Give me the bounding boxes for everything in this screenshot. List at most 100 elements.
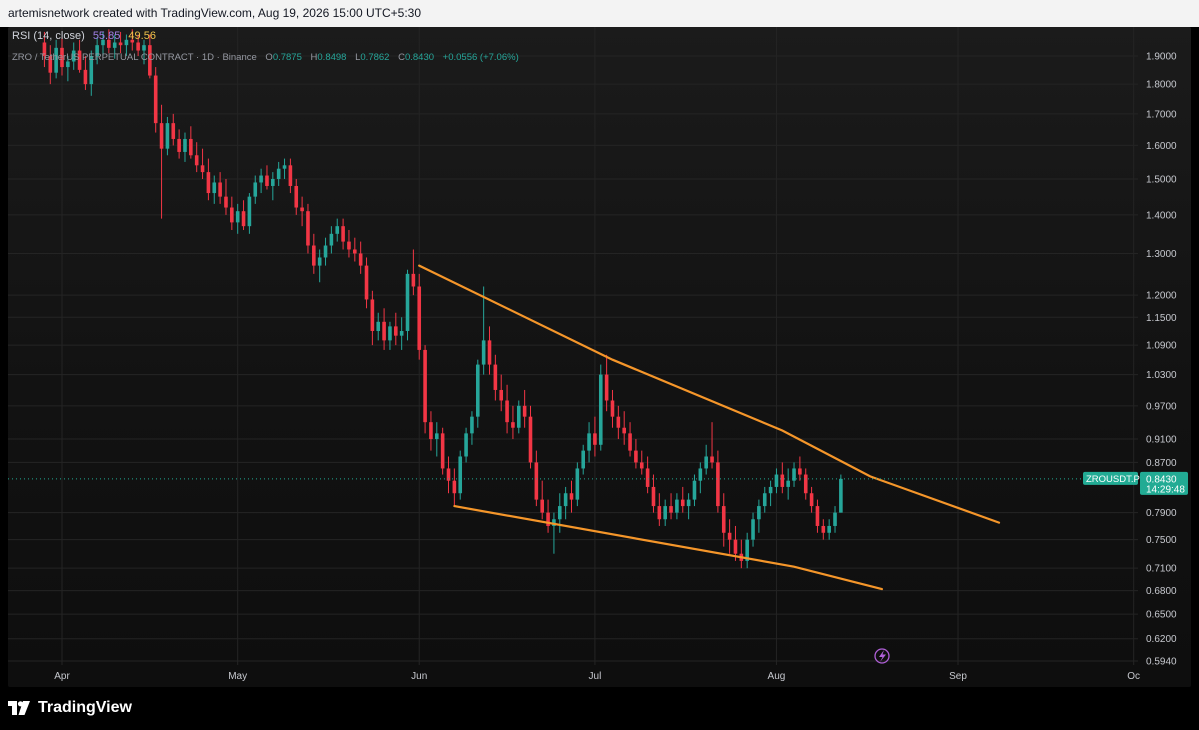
- candle-body: [265, 175, 269, 186]
- candle-body: [686, 499, 691, 507]
- price-tick-label: 0.9100: [1146, 435, 1177, 446]
- candle-down: [48, 45, 53, 85]
- price-chart[interactable]: 1.9000 1.8000 1.7000 1.6000 1.5000 1.4000 1.30…: [0, 0, 1199, 730]
- candle-down: [417, 273, 422, 360]
- candle-up: [692, 474, 697, 507]
- candle-up: [253, 175, 258, 204]
- candle-body: [464, 433, 468, 457]
- candle-body: [358, 253, 363, 266]
- rsi-indicator-legend[interactable]: RSI (14, close) 55.85 49.56: [12, 29, 156, 43]
- candle-body: [475, 364, 480, 417]
- candle-body: [481, 340, 486, 365]
- candle-body: [511, 422, 515, 428]
- candle-down: [505, 384, 509, 434]
- low-value: 0.7862: [360, 52, 390, 63]
- candle-body: [780, 474, 785, 487]
- candle-body: [317, 257, 322, 266]
- rsi-label: RSI (14, close): [12, 30, 85, 42]
- candle-body: [142, 45, 146, 51]
- candle-body: [704, 456, 708, 469]
- trendline-resistance: [418, 264, 1001, 524]
- price-tick-label: 0.6500: [1146, 610, 1177, 621]
- candle-up: [563, 486, 568, 520]
- candle-up: [768, 480, 773, 507]
- candle-body: [833, 512, 837, 526]
- candle-down: [657, 493, 662, 526]
- grid: [8, 27, 1138, 665]
- candle-body: [83, 69, 88, 85]
- candle-down: [370, 290, 375, 346]
- candle-down: [821, 519, 826, 540]
- candle-up: [276, 161, 281, 186]
- candle-body: [733, 539, 738, 554]
- candle-body: [282, 165, 287, 169]
- candle-body: [727, 532, 732, 540]
- candle-body: [768, 486, 773, 494]
- candle-up: [663, 499, 667, 526]
- candle-body: [628, 433, 632, 451]
- trendlines[interactable]: [418, 264, 1001, 591]
- candle-body: [493, 364, 498, 390]
- candle-down: [218, 172, 222, 204]
- candle-body: [587, 433, 591, 451]
- candle-up: [481, 286, 486, 375]
- candle-body: [405, 273, 410, 332]
- candle-body: [417, 286, 422, 350]
- candle-up: [475, 359, 480, 428]
- candle-body: [399, 331, 404, 336]
- candle-up: [183, 132, 187, 162]
- candle-body: [364, 265, 369, 300]
- candle-down: [710, 422, 714, 469]
- candle-down: [546, 499, 550, 533]
- candle-body: [651, 486, 656, 507]
- price-tick-label: 0.7900: [1146, 508, 1177, 519]
- price-axis[interactable]: 1.9000 1.8000 1.7000 1.6000 1.5000 1.4000 1.30…: [1146, 52, 1177, 668]
- candle-up: [704, 444, 708, 475]
- candle-body: [388, 326, 392, 341]
- candle-down: [528, 405, 533, 469]
- candle-down: [815, 499, 820, 533]
- candle-down: [628, 422, 632, 457]
- symbol-name: ZRO / TetherUS PERPETUAL CONTRACT · 1D ·…: [12, 52, 257, 63]
- change-value: +0.0556 (+7.06%): [442, 52, 519, 63]
- candle-down: [651, 474, 656, 513]
- candle-body: [516, 405, 521, 428]
- price-tick-label: 1.0300: [1146, 370, 1177, 381]
- candle-body: [411, 273, 416, 287]
- candle-up: [827, 519, 831, 540]
- candle-body: [200, 165, 205, 173]
- candle-body: [716, 462, 720, 507]
- candle-body: [294, 185, 299, 208]
- last-price-tag: ZROUSDT.P 0.8430 14:29:48: [1083, 471, 1188, 495]
- time-axis[interactable]: Apr May Jun Jul Aug Sep Oc: [54, 671, 1140, 682]
- candle-body: [335, 226, 340, 234]
- candle-body: [306, 211, 310, 246]
- candle-up: [557, 493, 562, 533]
- candle-up: [464, 427, 468, 463]
- candle-down: [241, 200, 246, 230]
- candle-down: [423, 345, 427, 434]
- candle-body: [639, 462, 644, 469]
- candle-body: [610, 400, 615, 417]
- candle-down: [382, 308, 386, 350]
- candle-body: [423, 349, 427, 423]
- price-tick-label: 1.6000: [1146, 141, 1177, 152]
- symbol-legend[interactable]: ZRO / TetherUS PERPETUAL CONTRACT · 1D ·…: [12, 52, 519, 64]
- price-tick-label: 0.5940: [1146, 657, 1177, 668]
- candle-body: [241, 211, 246, 227]
- candle-body: [803, 474, 808, 494]
- candle-body: [177, 138, 181, 152]
- tradingview-logo-icon: [8, 701, 30, 715]
- time-tick-label: Oc: [1127, 671, 1140, 682]
- candle-down: [727, 519, 732, 554]
- candle-up: [786, 468, 790, 500]
- candle-down: [300, 196, 304, 227]
- price-tick-label: 0.6200: [1146, 634, 1177, 645]
- candle-up: [323, 237, 328, 266]
- candle-down: [798, 456, 802, 481]
- candle-down: [312, 233, 316, 274]
- candle-body: [247, 196, 252, 227]
- candle-body: [429, 422, 433, 440]
- brand-name: TradingView: [38, 699, 132, 716]
- candle-body: [218, 182, 222, 197]
